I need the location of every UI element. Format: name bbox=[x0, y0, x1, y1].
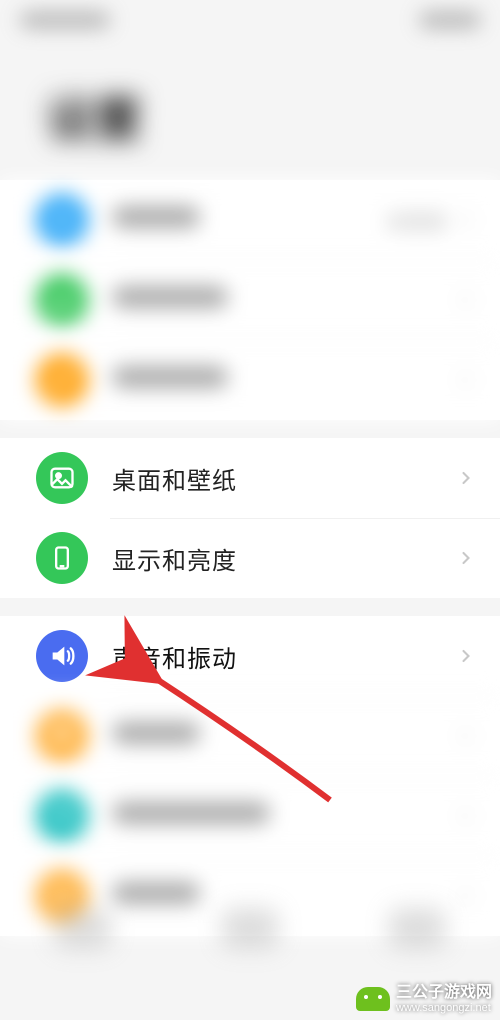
page-title: 设置 bbox=[0, 40, 500, 180]
settings-item-wallpaper[interactable]: 桌面和壁纸 bbox=[0, 438, 500, 518]
settings-item-label bbox=[112, 286, 456, 315]
settings-item-label bbox=[112, 802, 456, 831]
settings-item-display[interactable]: 显示和亮度 bbox=[0, 518, 500, 598]
settings-item-connect[interactable] bbox=[0, 340, 500, 420]
phone-icon bbox=[36, 532, 88, 584]
chevron-right-icon bbox=[456, 726, 476, 746]
status-battery bbox=[420, 12, 480, 28]
finger-icon bbox=[36, 790, 88, 842]
settings-item-label bbox=[112, 366, 456, 395]
chevron-right-icon bbox=[456, 468, 476, 488]
settings-item-value: 未登录 bbox=[386, 206, 446, 235]
chevron-right-icon bbox=[456, 806, 476, 826]
user-icon bbox=[36, 194, 88, 246]
watermark-sub: www.sangongzi.net bbox=[396, 1002, 492, 1014]
nav-item[interactable] bbox=[222, 908, 278, 948]
settings-item-sound[interactable]: 声音和振动 bbox=[0, 616, 500, 696]
bell-icon bbox=[36, 710, 88, 762]
settings-item-label bbox=[112, 206, 386, 235]
chevron-right-icon bbox=[456, 370, 476, 390]
settings-item-label: 显示和亮度 bbox=[112, 541, 456, 576]
settings-item-biometric[interactable] bbox=[0, 776, 500, 856]
bottom-nav bbox=[0, 896, 500, 960]
settings-item-notify[interactable] bbox=[0, 696, 500, 776]
speaker-icon bbox=[36, 630, 88, 682]
settings-item-label: 声音和振动 bbox=[112, 639, 456, 674]
status-time bbox=[20, 12, 110, 28]
chevron-right-icon bbox=[456, 548, 476, 568]
settings-item-label: 桌面和壁纸 bbox=[112, 461, 456, 496]
watermark-logo-icon bbox=[356, 987, 390, 1011]
watermark: 三公子游戏网 www.sangongzi.net bbox=[356, 984, 492, 1014]
settings-item-account[interactable]: 未登录 bbox=[0, 180, 500, 260]
settings-item-network[interactable] bbox=[0, 260, 500, 340]
chevron-right-icon bbox=[456, 646, 476, 666]
chevron-right-icon bbox=[456, 290, 476, 310]
nav-item[interactable] bbox=[389, 908, 445, 948]
settings-item-label bbox=[112, 722, 456, 751]
nav-item[interactable] bbox=[55, 908, 111, 948]
watermark-main: 三公子游戏网 bbox=[396, 984, 492, 1002]
image-icon bbox=[36, 452, 88, 504]
link-icon bbox=[36, 354, 88, 406]
status-bar bbox=[0, 0, 500, 40]
chevron-right-icon bbox=[456, 210, 476, 230]
signal-icon bbox=[36, 274, 88, 326]
